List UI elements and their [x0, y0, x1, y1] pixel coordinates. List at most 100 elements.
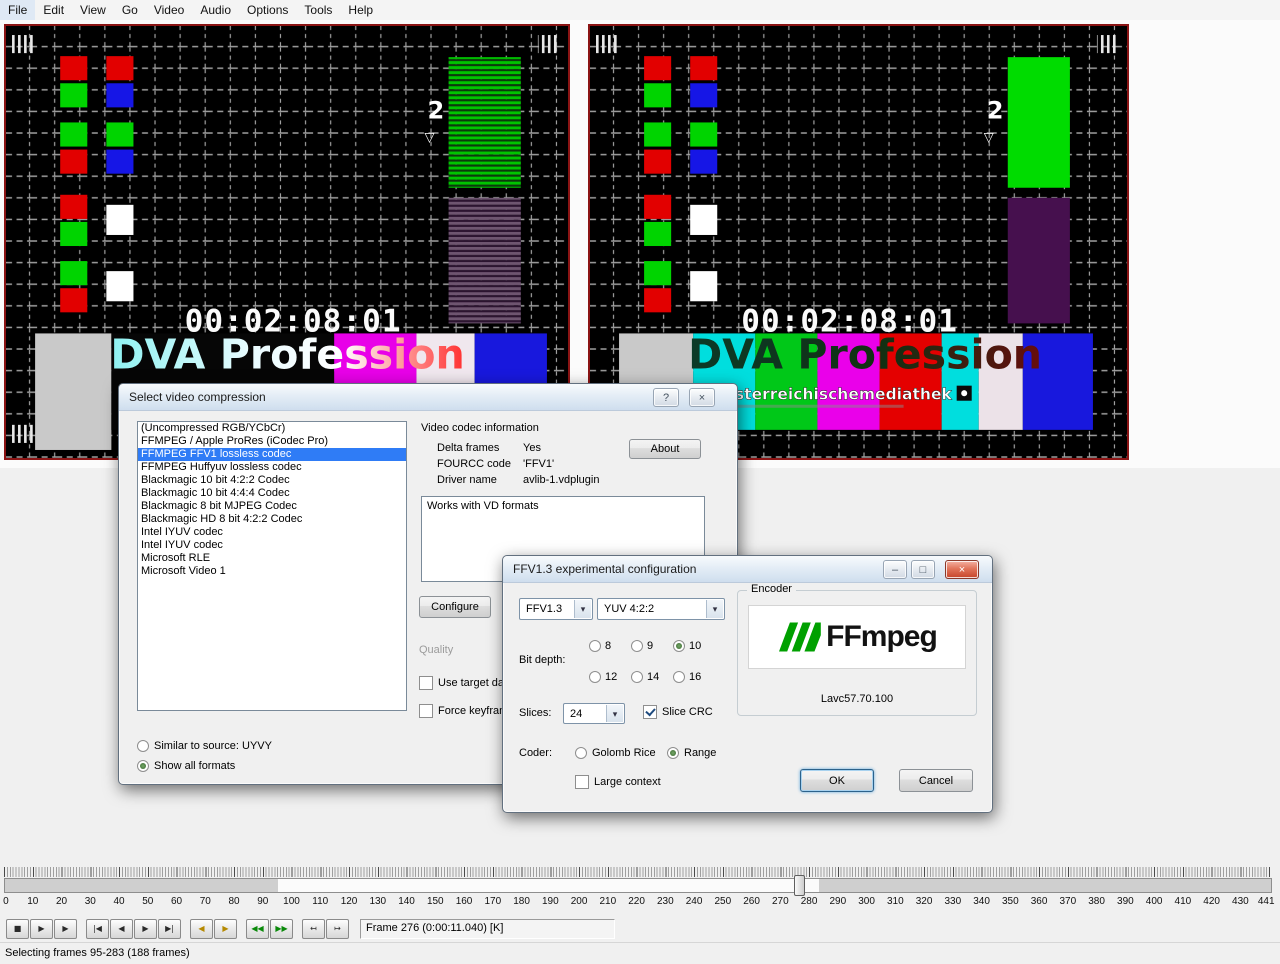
- compression-dialog-close-button[interactable]: ×: [689, 388, 715, 407]
- bit-depth-14-radio[interactable]: [631, 671, 643, 683]
- menu-help[interactable]: Help: [340, 0, 381, 20]
- stop-button[interactable]: ■: [6, 919, 29, 939]
- timeline-label: 290: [829, 896, 846, 907]
- ok-button[interactable]: OK: [800, 769, 874, 792]
- configure-button[interactable]: Configure: [419, 596, 491, 618]
- pixel-format-select[interactable]: YUV 4:2:2 ▾: [597, 598, 725, 620]
- codec-item[interactable]: Intel IYUV codec: [138, 526, 406, 539]
- about-button[interactable]: About: [629, 439, 701, 459]
- large-context-checkbox[interactable]: [575, 775, 589, 789]
- similar-to-source-row[interactable]: Similar to source: UYVY: [137, 739, 272, 753]
- timeline-label: 80: [228, 896, 239, 907]
- bit-depth-10-radio[interactable]: [673, 640, 685, 652]
- menu-audio[interactable]: Audio: [192, 0, 239, 20]
- mark-in-button[interactable]: ↤: [302, 919, 325, 939]
- brand-text: DVA Profession: [110, 331, 464, 379]
- go-to-end-button[interactable]: ▶|: [158, 919, 181, 939]
- codec-list[interactable]: (Uncompressed RGB/YCbCr)FFMPEG / Apple P…: [137, 421, 407, 711]
- similar-to-source-radio[interactable]: [137, 740, 149, 752]
- ffv1-version-select[interactable]: FFV1.3 ▾: [519, 598, 593, 620]
- use-target-data-rate-checkbox[interactable]: [419, 676, 433, 690]
- range-radio[interactable]: [667, 747, 679, 759]
- show-all-formats-radio[interactable]: [137, 760, 149, 772]
- next-scene-button[interactable]: ▶▶: [270, 919, 293, 939]
- bit-depth-8-radio[interactable]: [589, 640, 601, 652]
- timeline-label: 90: [257, 896, 268, 907]
- bit-depth-option-label: 8: [605, 640, 611, 652]
- timeline: 0102030405060708090100110120130140150160…: [0, 864, 1280, 914]
- scene-digit: 2: [987, 96, 1004, 124]
- next-keyframe-button[interactable]: ▶: [214, 919, 237, 939]
- golomb-rice-radio[interactable]: [575, 747, 587, 759]
- menu-file[interactable]: File: [0, 0, 35, 20]
- large-context-label: Large context: [594, 776, 661, 788]
- go-to-start-button[interactable]: |◀: [86, 919, 109, 939]
- slice-crc-row[interactable]: Slice CRC: [643, 705, 713, 719]
- codec-item[interactable]: FFMPEG Huffyuv lossless codec: [138, 461, 406, 474]
- menu-go[interactable]: Go: [114, 0, 146, 20]
- ffv1-dialog-titlebar[interactable]: FFV1.3 experimental configuration – □ ×: [503, 556, 992, 583]
- timeline-label: 270: [772, 896, 789, 907]
- codec-item[interactable]: Microsoft Video 1: [138, 565, 406, 578]
- codec-item[interactable]: (Uncompressed RGB/YCbCr): [138, 422, 406, 435]
- bit-depth-option-14[interactable]: 14: [631, 669, 673, 684]
- codec-info-rows: Delta framesYesFOURCC code'FFV1'Driver n…: [437, 440, 627, 488]
- codec-item[interactable]: Blackmagic 10 bit 4:2:2 Codec: [138, 474, 406, 487]
- menu-video[interactable]: Video: [146, 0, 192, 20]
- bit-depth-option-9[interactable]: 9: [631, 638, 673, 653]
- prev-scene-button[interactable]: ◀◀: [246, 919, 269, 939]
- play-input-button[interactable]: ▶: [30, 919, 53, 939]
- bit-depth-option-12[interactable]: 12: [589, 669, 631, 684]
- bit-depth-option-10[interactable]: 10: [673, 638, 715, 653]
- bit-depth-16-radio[interactable]: [673, 671, 685, 683]
- menu-view[interactable]: View: [72, 0, 114, 20]
- codec-item[interactable]: FFMPEG FFV1 lossless codec: [138, 448, 406, 461]
- timeline-thumb[interactable]: [794, 875, 805, 896]
- chevron-down-icon: ▾: [706, 600, 723, 618]
- force-keyframes-checkbox[interactable]: [419, 704, 433, 718]
- force-keyframes-row[interactable]: Force keyfram: [419, 704, 508, 718]
- timeline-label: 240: [686, 896, 703, 907]
- menu-options[interactable]: Options: [239, 0, 296, 20]
- mark-out-button[interactable]: ↦: [326, 919, 349, 939]
- codec-item[interactable]: Intel IYUV codec: [138, 539, 406, 552]
- compression-dialog-titlebar[interactable]: Select video compression ? ×: [119, 384, 737, 411]
- menu-tools[interactable]: Tools: [296, 0, 340, 20]
- play-output-button[interactable]: ▶: [54, 919, 77, 939]
- codec-item[interactable]: Blackmagic 8 bit MJPEG Codec: [138, 500, 406, 513]
- slices-select[interactable]: 24 ▾: [563, 703, 625, 724]
- timeline-label: 200: [571, 896, 588, 907]
- bit-depth-option-8[interactable]: 8: [589, 638, 631, 653]
- slice-crc-checkbox[interactable]: [643, 705, 657, 719]
- timeline-label: 420: [1203, 896, 1220, 907]
- use-target-data-rate-row[interactable]: Use target da: [419, 676, 504, 690]
- prev-keyframe-icon: ◀: [198, 925, 204, 933]
- bit-depth-option-label: 14: [647, 671, 659, 683]
- coder-golomb-rice-row[interactable]: Golomb Rice: [575, 746, 656, 760]
- cancel-button[interactable]: Cancel: [899, 769, 973, 792]
- bit-depth-12-radio[interactable]: [589, 671, 601, 683]
- timeline-label: 320: [916, 896, 933, 907]
- maximize-button[interactable]: □: [911, 560, 935, 579]
- codec-item[interactable]: Blackmagic HD 8 bit 4:2:2 Codec: [138, 513, 406, 526]
- minimize-button[interactable]: –: [883, 560, 907, 579]
- timeline-groove[interactable]: [4, 878, 1272, 893]
- timeline-label: 10: [27, 896, 38, 907]
- timeline-label: 180: [513, 896, 530, 907]
- menu-edit[interactable]: Edit: [35, 0, 72, 20]
- next-scene-icon: ▶▶: [275, 925, 287, 933]
- help-button[interactable]: ?: [653, 388, 679, 407]
- large-context-row[interactable]: Large context: [575, 775, 661, 789]
- frame-back-button[interactable]: ◀: [110, 919, 133, 939]
- info-key: Driver name: [437, 472, 523, 488]
- frame-forward-button[interactable]: ▶: [134, 919, 157, 939]
- codec-item[interactable]: Blackmagic 10 bit 4:4:4 Codec: [138, 487, 406, 500]
- show-all-formats-row[interactable]: Show all formats: [137, 759, 235, 773]
- coder-range-row[interactable]: Range: [667, 746, 716, 760]
- ffv1-dialog-close-button[interactable]: ×: [945, 560, 979, 579]
- codec-item[interactable]: Microsoft RLE: [138, 552, 406, 565]
- bit-depth-option-16[interactable]: 16: [673, 669, 715, 684]
- bit-depth-9-radio[interactable]: [631, 640, 643, 652]
- codec-item[interactable]: FFMPEG / Apple ProRes (iCodec Pro): [138, 435, 406, 448]
- prev-keyframe-button[interactable]: ◀: [190, 919, 213, 939]
